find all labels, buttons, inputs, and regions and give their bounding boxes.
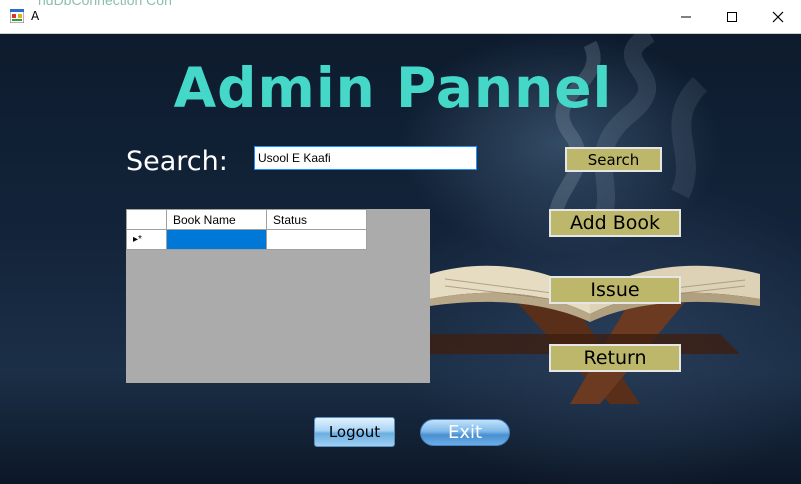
close-icon [772, 11, 784, 22]
return-button[interactable]: Return [549, 344, 681, 372]
column-header-book-name[interactable]: Book Name [166, 209, 267, 230]
issue-button[interactable]: Issue [549, 276, 681, 304]
exit-button[interactable]: Exit [420, 419, 510, 446]
close-button[interactable] [755, 0, 801, 33]
minimize-button[interactable] [663, 0, 709, 33]
logout-button[interactable]: Logout [314, 417, 395, 447]
cell-book-name[interactable] [166, 229, 267, 250]
new-row-marker[interactable]: ▸* [126, 229, 167, 250]
books-table: Book Name Status ▸* [126, 209, 367, 250]
app-icon [10, 9, 24, 23]
books-data-grid[interactable]: Book Name Status ▸* [126, 209, 430, 383]
maximize-button[interactable] [709, 0, 755, 33]
window-titlebar[interactable]: ndDbConnection Con A [0, 0, 801, 34]
search-label: Search: [126, 146, 228, 177]
table-row[interactable]: ▸* [126, 229, 367, 250]
background-window-text: ndDbConnection Con [38, 0, 172, 8]
minimize-icon [681, 16, 691, 17]
table-header-row: Book Name Status [126, 209, 367, 230]
column-header-status[interactable]: Status [266, 209, 367, 230]
window-title: A [31, 9, 40, 23]
page-title: Admin Pannel [173, 56, 613, 120]
grid-corner-header[interactable] [126, 209, 167, 230]
form-client-area: Admin Pannel Search: Search Add Book Iss… [0, 34, 801, 484]
search-button[interactable]: Search [565, 147, 662, 172]
search-input[interactable] [254, 146, 477, 170]
add-book-button[interactable]: Add Book [549, 209, 681, 237]
maximize-icon [727, 11, 737, 22]
cell-status[interactable] [266, 229, 367, 250]
